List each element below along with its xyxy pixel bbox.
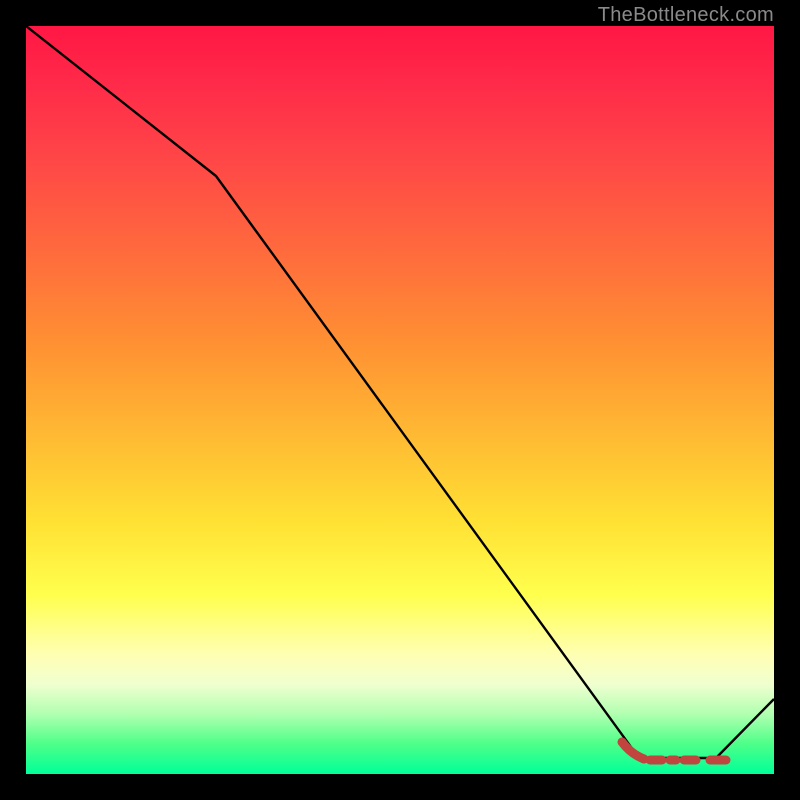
main-curve-path [26,26,774,758]
optimal-zone-path [622,742,726,760]
chart-frame: { "attribution": "TheBottleneck.com", "c… [0,0,800,800]
attribution-text: TheBottleneck.com [598,4,774,27]
chart-overlay [26,26,774,774]
